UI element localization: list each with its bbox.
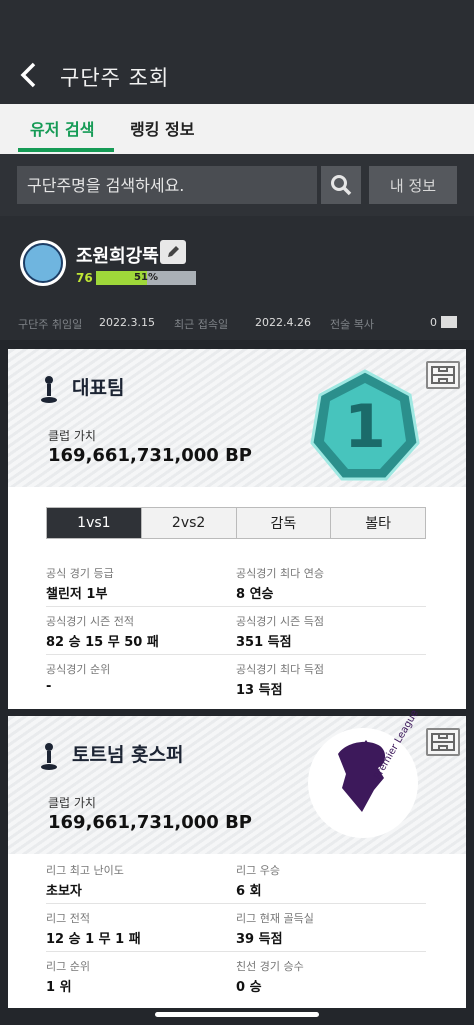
- tab-ranking-info[interactable]: 랭킹 정보: [130, 116, 194, 140]
- mode-1vs1[interactable]: 1vs1: [47, 508, 142, 538]
- mode-volta[interactable]: 볼타: [331, 508, 425, 538]
- mode-2vs2[interactable]: 2vs2: [141, 508, 237, 538]
- since-label: 구단주 취임일: [18, 318, 83, 331]
- mode-selector: 1vs1 2vs2 감독 볼타: [46, 507, 426, 539]
- stat-value: 13 득점: [236, 683, 283, 698]
- stat-label: 리그 순위: [46, 960, 90, 973]
- stat-value: 0 승: [236, 980, 262, 995]
- tactic-copy-value: 0: [430, 316, 437, 329]
- stat-value: -: [46, 679, 52, 694]
- app-header: 구단주 조회: [0, 0, 474, 104]
- stat-value: 82 승 15 무 50 패: [46, 635, 159, 650]
- stats-row: 리그 순위 1 위 친선 경기 승수 0 승: [46, 952, 426, 1000]
- stat-label: 리그 최고 난이도: [46, 864, 124, 877]
- stats-row: 공식경기 시즌 전적 82 승 15 무 50 패 공식경기 시즌 득점 351…: [46, 607, 426, 655]
- stat-value: 8 연승: [236, 587, 274, 602]
- club-crest-icon: [20, 240, 66, 286]
- stat-label: 친선 경기 승수: [236, 960, 304, 973]
- club-value: 169,661,731,000 BP: [48, 445, 252, 466]
- search-area: 내 정보: [0, 154, 474, 216]
- formation-field-icon[interactable]: [426, 361, 460, 389]
- stat-label: 공식경기 최다 득점: [236, 663, 324, 676]
- stat-label: 리그 현재 골득실: [236, 912, 314, 925]
- stat-value: 챌린저 1부: [46, 587, 108, 602]
- stat-label: 리그 우승: [236, 864, 280, 877]
- league-team-card: 토트넘 홋스퍼 Premier League 클럽 가치 169,661,731…: [8, 708, 466, 1008]
- last-login-label: 최근 접속일: [174, 318, 229, 331]
- stat-value: 12 승 1 무 1 패: [46, 932, 141, 947]
- pencil-icon: [168, 246, 179, 257]
- page-title: 구단주 조회: [60, 66, 170, 90]
- team-name: 토트넘 홋스퍼: [72, 744, 184, 766]
- home-indicator: [155, 1012, 319, 1017]
- stat-value: 초보자: [46, 884, 82, 899]
- spurs-logo-icon: [41, 376, 57, 403]
- edit-name-button[interactable]: [160, 240, 186, 264]
- stat-label: 공식 경기 등급: [46, 567, 114, 580]
- xp-progress-label: 51%: [134, 272, 158, 283]
- my-info-button[interactable]: 내 정보: [369, 166, 457, 204]
- back-arrow-icon[interactable]: [18, 62, 46, 94]
- stat-value: 39 득점: [236, 932, 283, 947]
- stat-label: 공식경기 시즌 전적: [46, 615, 134, 628]
- badge-number: 1: [344, 392, 386, 462]
- copy-icon[interactable]: [441, 316, 457, 328]
- formation-field-icon[interactable]: [426, 728, 460, 756]
- stat-label: 공식경기 순위: [46, 663, 111, 676]
- mode-manager[interactable]: 감독: [236, 508, 332, 538]
- premier-league-logo-icon: Premier League: [308, 708, 421, 838]
- search-button[interactable]: [321, 166, 361, 204]
- owner-profile: 조원희강뚝 76 51% 구단주 취임일 2022.3.15 최근 접속일 20…: [0, 216, 474, 340]
- division-badge-icon: 1: [310, 369, 420, 481]
- stat-label: 공식경기 시즌 득점: [236, 615, 324, 628]
- team-name: 대표팀: [72, 377, 125, 399]
- active-tab-indicator: [18, 148, 114, 152]
- xp-progress-bar: 51%: [96, 271, 196, 285]
- tab-user-search[interactable]: 유저 검색: [30, 116, 94, 140]
- stat-label: 리그 전적: [46, 912, 90, 925]
- owner-name: 조원희강뚝: [76, 246, 159, 267]
- stat-value: 6 회: [236, 884, 262, 899]
- stat-value: 1 위: [46, 980, 72, 995]
- last-login-value: 2022.4.26: [255, 316, 311, 329]
- club-value-label: 클럽 가치: [48, 429, 96, 443]
- stat-value: 351 득점: [236, 635, 292, 650]
- search-input[interactable]: [17, 166, 317, 204]
- tactic-copy-label: 전술 복사: [330, 318, 374, 331]
- stats-row: 공식경기 순위 - 공식경기 최다 득점 13 득점: [46, 655, 426, 703]
- club-value-label: 클럽 가치: [48, 796, 96, 810]
- search-icon: [331, 175, 352, 196]
- stats-row: 리그 최고 난이도 초보자 리그 우승 6 회: [46, 856, 426, 904]
- stats-row: 공식 경기 등급 챌린저 1부 공식경기 최다 연승 8 연승: [46, 559, 426, 607]
- owner-level: 76: [76, 271, 93, 285]
- main-team-card: 대표팀 1 클럽 가치 169,661,731,000 BP 1vs1 2vs2…: [8, 349, 466, 709]
- stats-row: 리그 전적 12 승 1 무 1 패 리그 현재 골득실 39 득점: [46, 904, 426, 952]
- since-value: 2022.3.15: [99, 316, 155, 329]
- club-value: 169,661,731,000 BP: [48, 812, 252, 833]
- tab-bar: 유저 검색 랭킹 정보: [0, 104, 474, 154]
- stat-label: 공식경기 최다 연승: [236, 567, 324, 580]
- spurs-logo-icon: [41, 743, 57, 770]
